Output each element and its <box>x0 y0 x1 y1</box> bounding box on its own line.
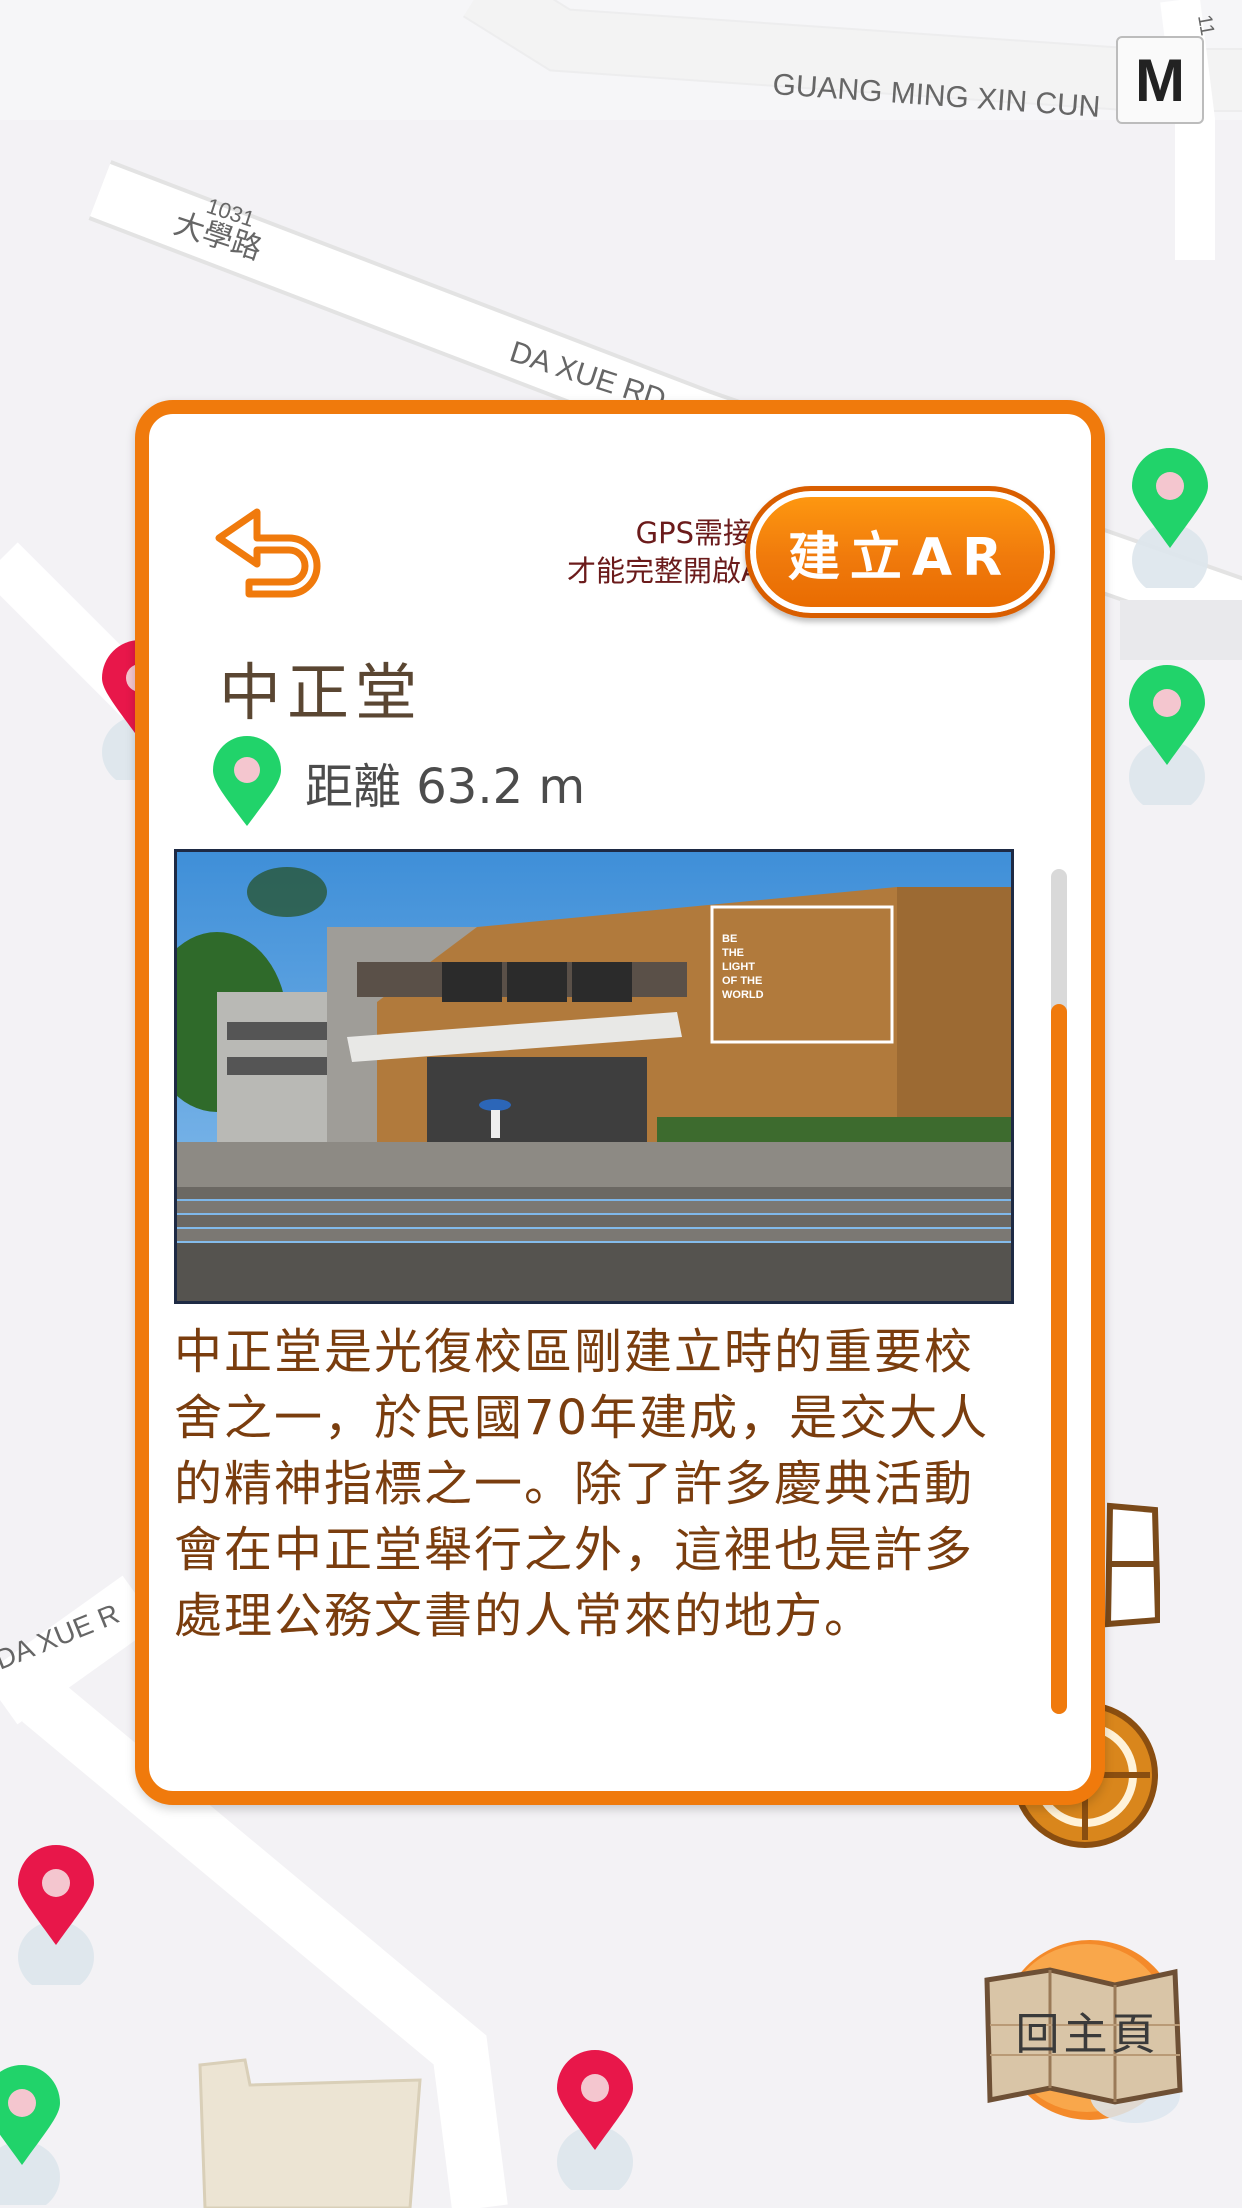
building-photo: BE THE LIGHT OF THE WORLD <box>174 849 1014 1304</box>
photo-sign-line3: LIGHT <box>722 961 755 973</box>
map-pin-green[interactable] <box>1127 665 1207 805</box>
frame-icon <box>1104 1502 1160 1628</box>
place-title: 中正堂 <box>219 656 424 729</box>
photo-sign-line4: OF THE <box>722 975 762 987</box>
photo-sign-line5: WORLD <box>722 989 764 1001</box>
scrollbar[interactable] <box>1051 869 1067 1714</box>
home-button-label: 回主頁 <box>1015 2009 1160 2060</box>
home-button[interactable]: 回主頁 <box>975 1930 1200 2130</box>
map-pin-red[interactable] <box>555 2050 635 2190</box>
map-pin-red[interactable] <box>16 1845 96 1985</box>
map-pin-green[interactable] <box>1130 448 1210 588</box>
return-arrow-icon[interactable] <box>209 494 329 604</box>
place-info-panel: GPS需接近地點 才能完整開啟AR觀看 建立AR 中正堂 距離 63.2 m B… <box>135 400 1105 1805</box>
location-pin-icon <box>213 736 281 826</box>
create-ar-button[interactable]: 建立AR <box>745 486 1055 618</box>
map-mode-button[interactable]: M <box>1116 36 1204 124</box>
map-pin-green[interactable] <box>0 2065 62 2205</box>
distance-row: 距離 63.2 m <box>211 734 585 830</box>
distance-text: 距離 63.2 m <box>305 759 586 815</box>
photo-sign-line2: THE <box>722 947 744 959</box>
place-description: 中正堂是光復校區剛建立時的重要校舍之一，於民國70年建成，是交大人的精神指標之一… <box>174 1324 990 1644</box>
road-label-corner-number: 11 <box>1193 13 1218 37</box>
scrollbar-thumb[interactable] <box>1051 1004 1067 1714</box>
photo-sign-line1: BE <box>722 933 737 945</box>
